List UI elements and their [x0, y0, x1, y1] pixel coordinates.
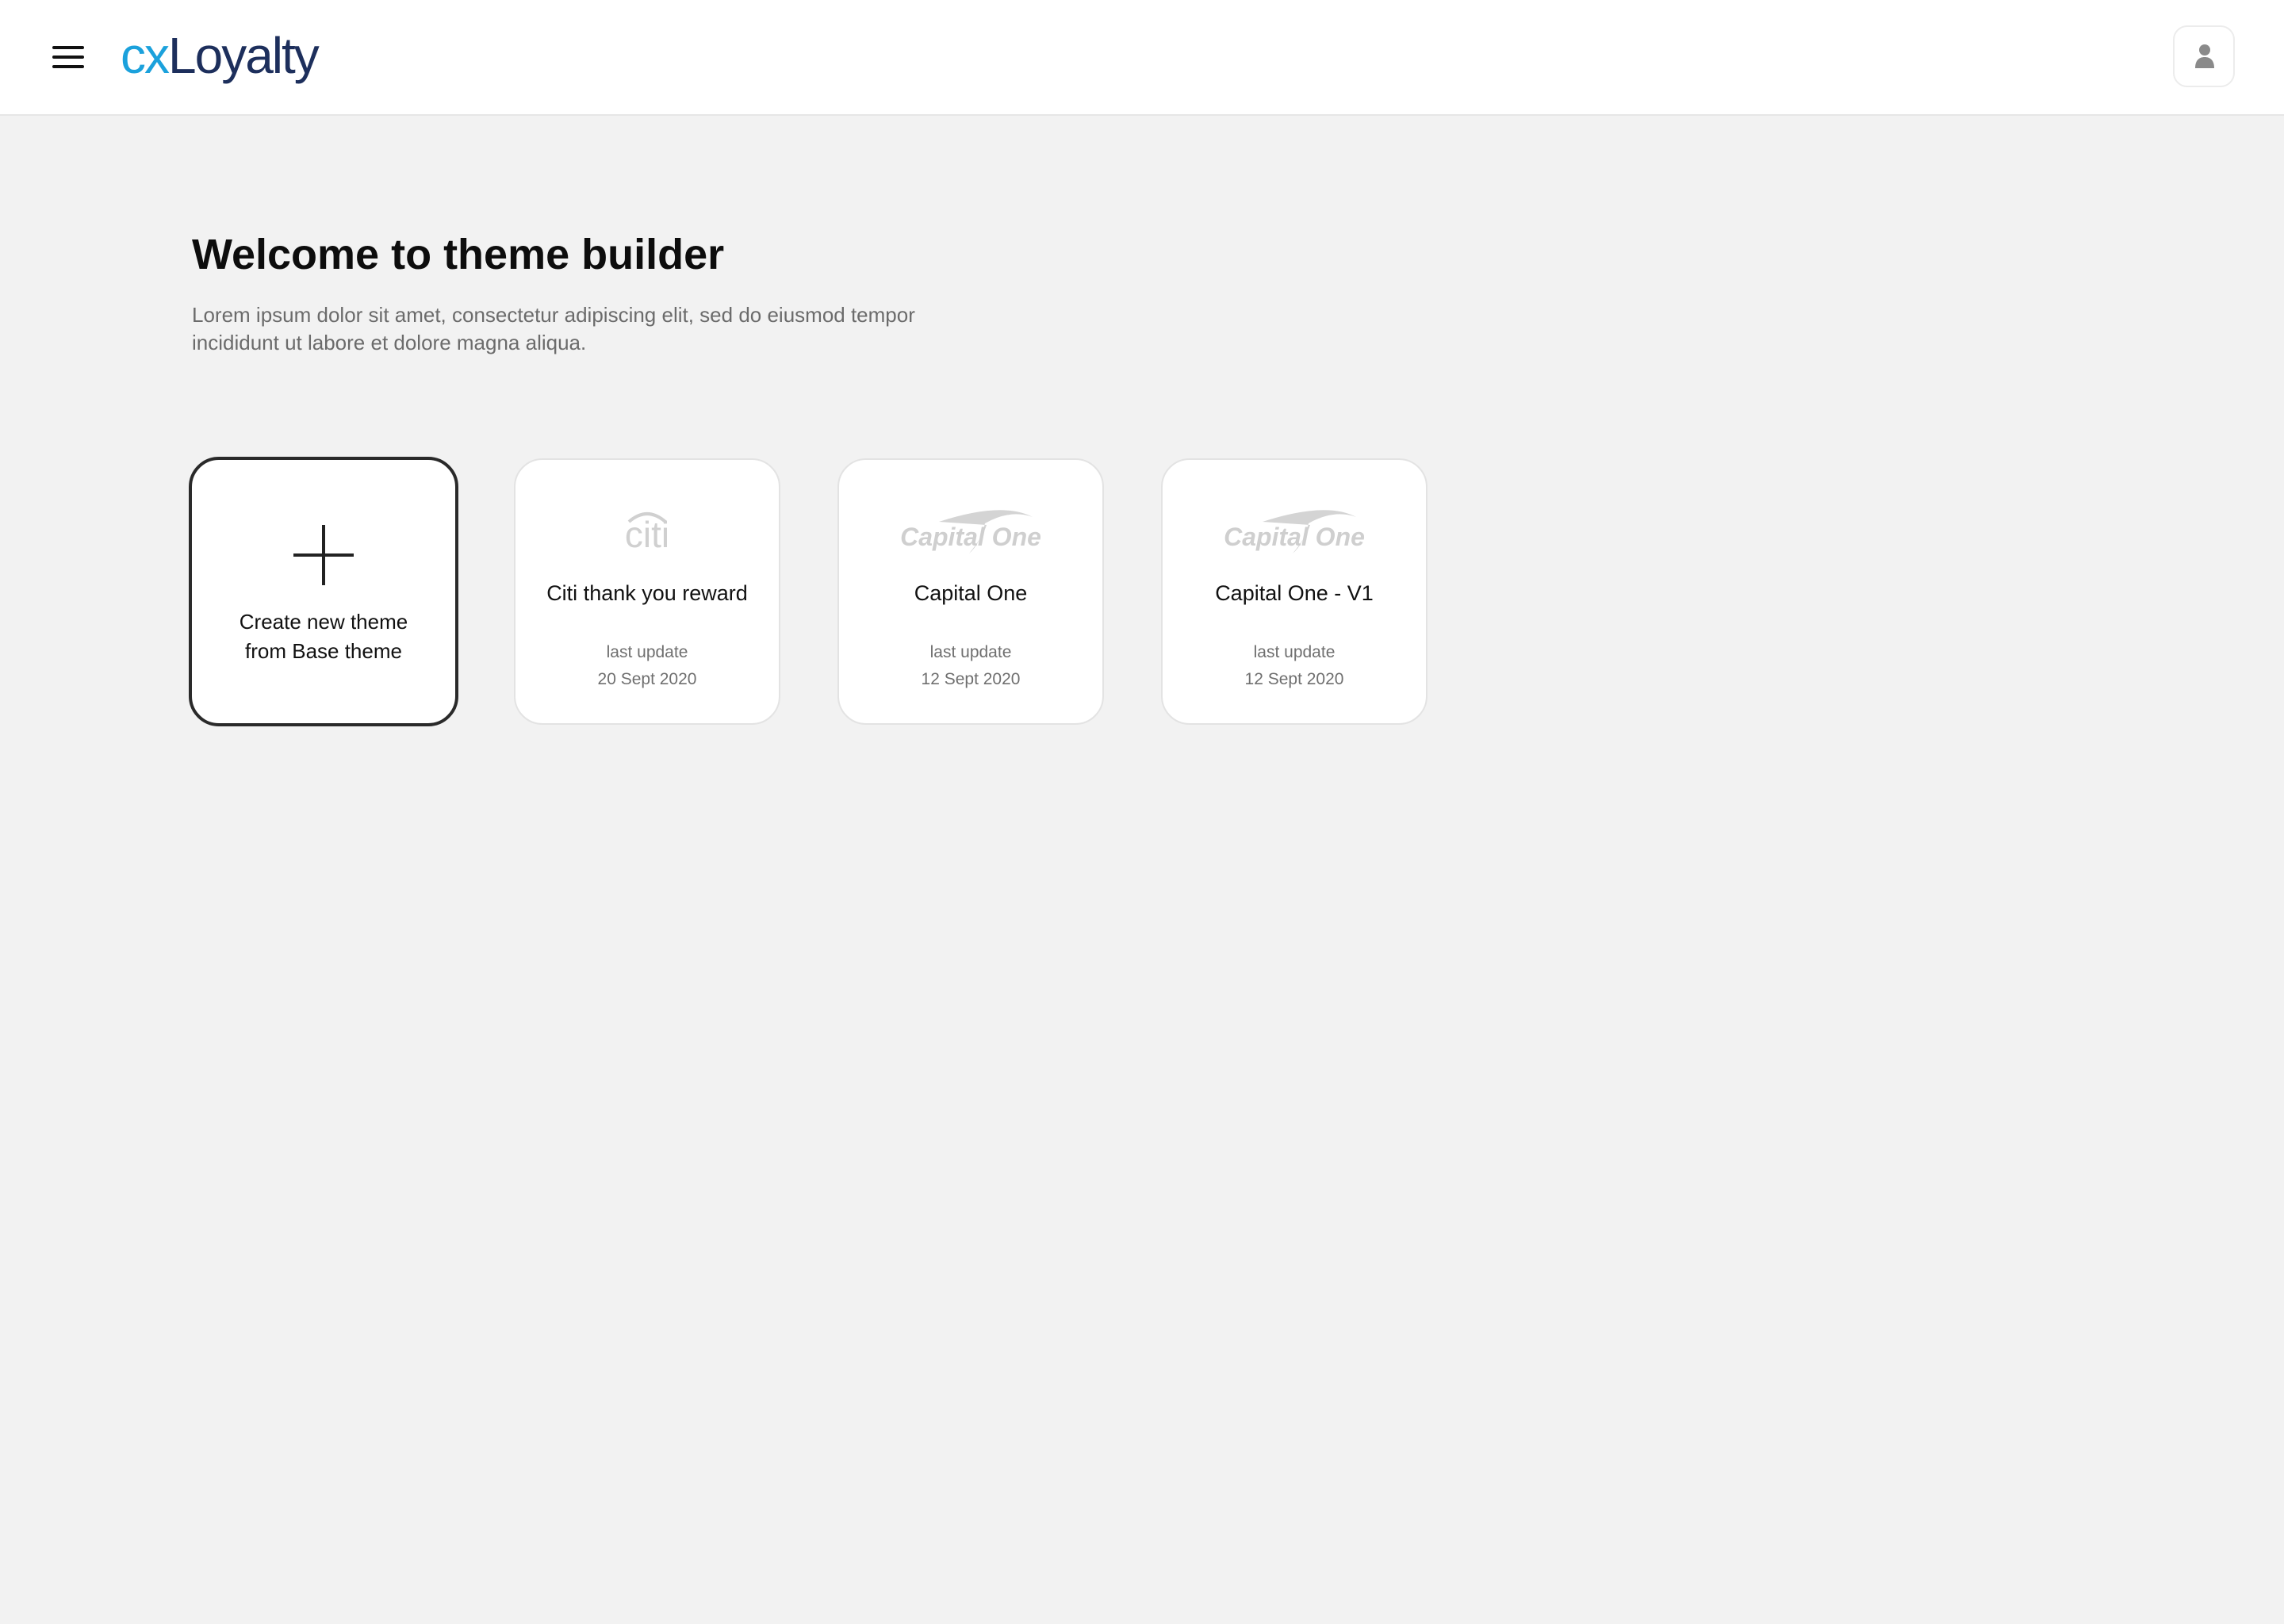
- last-update-date: 20 Sept 2020: [597, 670, 697, 688]
- theme-name: Capital One: [914, 581, 1028, 605]
- last-update-date: 12 Sept 2020: [1244, 670, 1344, 688]
- create-theme-label-line1: Create new theme: [239, 610, 408, 634]
- theme-update-info: last update 12 Sept 2020: [839, 639, 1102, 693]
- last-update-label: last update: [929, 643, 1012, 661]
- last-update-date: 12 Sept 2020: [921, 670, 1021, 688]
- create-theme-card[interactable]: Create new theme from Base theme: [189, 457, 458, 726]
- theme-card-capital-one-v1[interactable]: Capital One Capital One - V1 last update…: [1161, 458, 1428, 725]
- hamburger-menu-icon[interactable]: [48, 40, 87, 75]
- theme-update-info: last update 12 Sept 2020: [1163, 639, 1426, 693]
- logo-name: Loyalty: [168, 27, 320, 84]
- capital-one-logo-icon: Capital One: [839, 504, 1102, 553]
- user-icon: [2195, 44, 2214, 68]
- svg-text:Capital One: Capital One: [900, 523, 1041, 551]
- svg-text:citi: citi: [625, 514, 669, 552]
- theme-card-capital-one[interactable]: Capital One Capital One last update 12 S…: [837, 458, 1104, 725]
- theme-name: Citi thank you reward: [546, 581, 748, 605]
- last-update-label: last update: [1253, 643, 1336, 661]
- theme-name: Capital One - V1: [1215, 581, 1374, 605]
- create-theme-label: Create new theme from Base theme: [192, 607, 455, 666]
- theme-update-info: last update 20 Sept 2020: [515, 639, 779, 693]
- last-update-label: last update: [606, 643, 688, 661]
- capital-one-logo-icon: Capital One: [1163, 504, 1426, 553]
- create-theme-label-line2: from Base theme: [245, 639, 402, 663]
- cxloyalty-logo[interactable]: cxLoyalty: [121, 24, 320, 87]
- top-bar: cxLoyalty: [0, 0, 2284, 116]
- plus-icon: [293, 525, 354, 585]
- citi-logo-icon: citi: [515, 504, 779, 552]
- theme-card-citi[interactable]: citi Citi thank you reward last update 2…: [514, 458, 780, 725]
- logo-prefix: cx: [121, 27, 170, 84]
- page-description: Lorem ipsum dolor sit amet, consectetur …: [192, 303, 915, 354]
- profile-button[interactable]: [2173, 25, 2235, 87]
- svg-text:Capital One: Capital One: [1224, 523, 1365, 551]
- page-title: Welcome to theme builder: [192, 231, 725, 278]
